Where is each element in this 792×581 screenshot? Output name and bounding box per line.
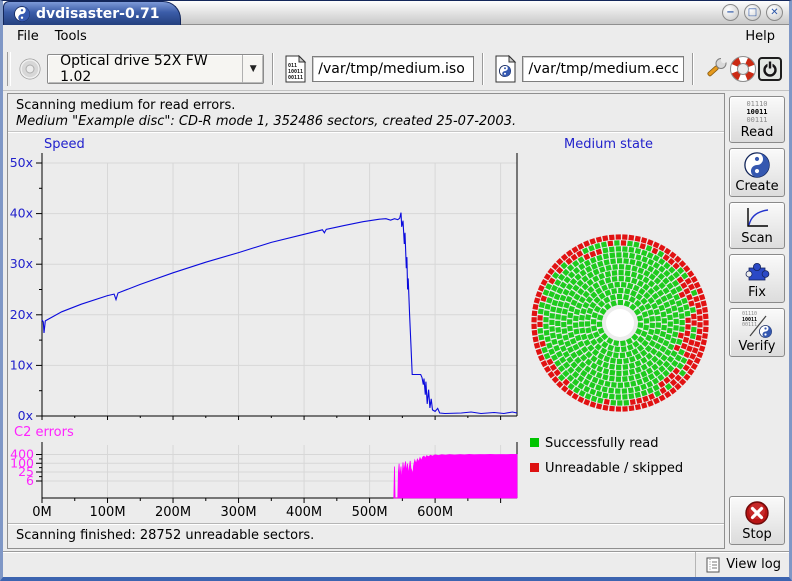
close-button[interactable]: ✕ bbox=[766, 4, 783, 21]
chevron-down-icon[interactable]: ▼ bbox=[242, 55, 263, 83]
puzzle-piece-icon bbox=[744, 258, 770, 284]
menu-file[interactable]: File bbox=[9, 27, 47, 46]
iso-file-icon: 011 10011 00111 bbox=[282, 54, 308, 84]
action-status-text: Scanning medium for read errors. bbox=[16, 98, 716, 113]
svg-text:600M: 600M bbox=[417, 505, 453, 520]
optical-disc-icon bbox=[17, 54, 43, 84]
drive-selector-value: Optical drive 52X FW 1.02 bbox=[48, 55, 242, 83]
charts-area: Speed C2 errors Medium state 0x 10x 20x 30x 40x… bbox=[8, 132, 724, 523]
action-sidebar: 01110 10011 00111 Read Create bbox=[725, 93, 789, 549]
dvdisaster-logo-icon bbox=[14, 6, 30, 22]
title-tab[interactable]: dvdisaster-0.71 bbox=[3, 1, 181, 25]
main-panel: Scanning medium for read errors. Medium … bbox=[7, 93, 725, 549]
ecc-file-input[interactable] bbox=[522, 56, 684, 82]
svg-text:C2 errors: C2 errors bbox=[14, 425, 74, 440]
window-title: dvdisaster-0.71 bbox=[36, 6, 160, 22]
svg-text:Unreadable / skipped: Unreadable / skipped bbox=[545, 461, 683, 476]
svg-text:100M: 100M bbox=[90, 505, 126, 520]
scan-chart-icon bbox=[744, 206, 770, 230]
charts-canvas: Speed C2 errors Medium state 0x 10x 20x 30x 40x… bbox=[8, 132, 720, 520]
svg-text:400M: 400M bbox=[286, 505, 322, 520]
view-log-label: View log bbox=[726, 557, 781, 572]
app-window: dvdisaster-0.71 − □ ✕ File Tools Help Op… bbox=[0, 0, 792, 581]
read-button[interactable]: 01110 10011 00111 Read bbox=[729, 96, 785, 143]
svg-text:00111: 00111 bbox=[288, 75, 303, 81]
svg-text:30x: 30x bbox=[10, 256, 33, 271]
title-bar[interactable]: dvdisaster-0.71 − □ ✕ bbox=[3, 1, 789, 25]
maximize-button[interactable]: □ bbox=[744, 4, 761, 21]
menu-tools[interactable]: Tools bbox=[47, 27, 95, 46]
svg-text:50x: 50x bbox=[10, 155, 33, 170]
menu-help[interactable]: Help bbox=[737, 27, 783, 46]
svg-text:0M: 0M bbox=[32, 505, 52, 520]
svg-text:Medium state: Medium state bbox=[564, 137, 653, 152]
menu-bar: File Tools Help bbox=[3, 25, 789, 47]
svg-text:20x: 20x bbox=[10, 307, 33, 322]
toolbar-grip[interactable] bbox=[7, 52, 11, 86]
yin-yang-icon bbox=[744, 152, 770, 178]
toolbar: Optical drive 52X FW 1.02 ▼ 011 10011 00… bbox=[3, 47, 789, 91]
svg-text:400: 400 bbox=[10, 447, 34, 462]
svg-text:40x: 40x bbox=[10, 206, 33, 221]
svg-text:200M: 200M bbox=[155, 505, 191, 520]
minimize-button[interactable]: − bbox=[722, 4, 739, 21]
status-bar: View log bbox=[3, 551, 789, 577]
svg-text:Speed: Speed bbox=[44, 137, 85, 152]
svg-text:300M: 300M bbox=[221, 505, 257, 520]
lifesaver-help-icon[interactable] bbox=[729, 54, 757, 84]
toolbar-separator bbox=[272, 53, 274, 85]
scan-result-text: Scanning finished: 28752 unreadable sect… bbox=[8, 523, 724, 548]
svg-text:500M: 500M bbox=[352, 505, 388, 520]
status-header: Scanning medium for read errors. Medium … bbox=[8, 94, 724, 132]
toolbar-separator bbox=[482, 53, 484, 85]
ecc-file-icon bbox=[492, 54, 518, 84]
iso-image-input[interactable] bbox=[312, 56, 474, 82]
preferences-wrench-icon[interactable] bbox=[702, 54, 728, 84]
fix-button[interactable]: Fix bbox=[729, 254, 785, 303]
view-log-button[interactable]: View log bbox=[695, 552, 781, 577]
svg-text:0x: 0x bbox=[18, 408, 33, 423]
quit-power-button[interactable] bbox=[757, 54, 783, 84]
svg-text:Successfully read: Successfully read bbox=[545, 436, 658, 451]
content-area: Scanning medium for read errors. Medium … bbox=[3, 91, 789, 551]
read-binary-icon: 01110 10011 00111 bbox=[746, 100, 767, 124]
power-icon bbox=[758, 57, 782, 81]
medium-info-text: Medium "Example disc": CD-R mode 1, 3524… bbox=[16, 114, 716, 129]
verify-icon: 01110 10011 00111 bbox=[742, 312, 772, 338]
toolbar-separator bbox=[692, 53, 694, 85]
stop-icon bbox=[744, 500, 770, 526]
create-button[interactable]: Create bbox=[729, 148, 785, 197]
stop-button[interactable]: Stop bbox=[729, 496, 785, 545]
scan-button[interactable]: Scan bbox=[729, 202, 785, 249]
svg-text:10x: 10x bbox=[10, 357, 33, 372]
log-icon bbox=[706, 557, 721, 573]
drive-selector[interactable]: Optical drive 52X FW 1.02 ▼ bbox=[47, 54, 264, 84]
verify-button[interactable]: 01110 10011 00111 Verify bbox=[729, 308, 785, 357]
